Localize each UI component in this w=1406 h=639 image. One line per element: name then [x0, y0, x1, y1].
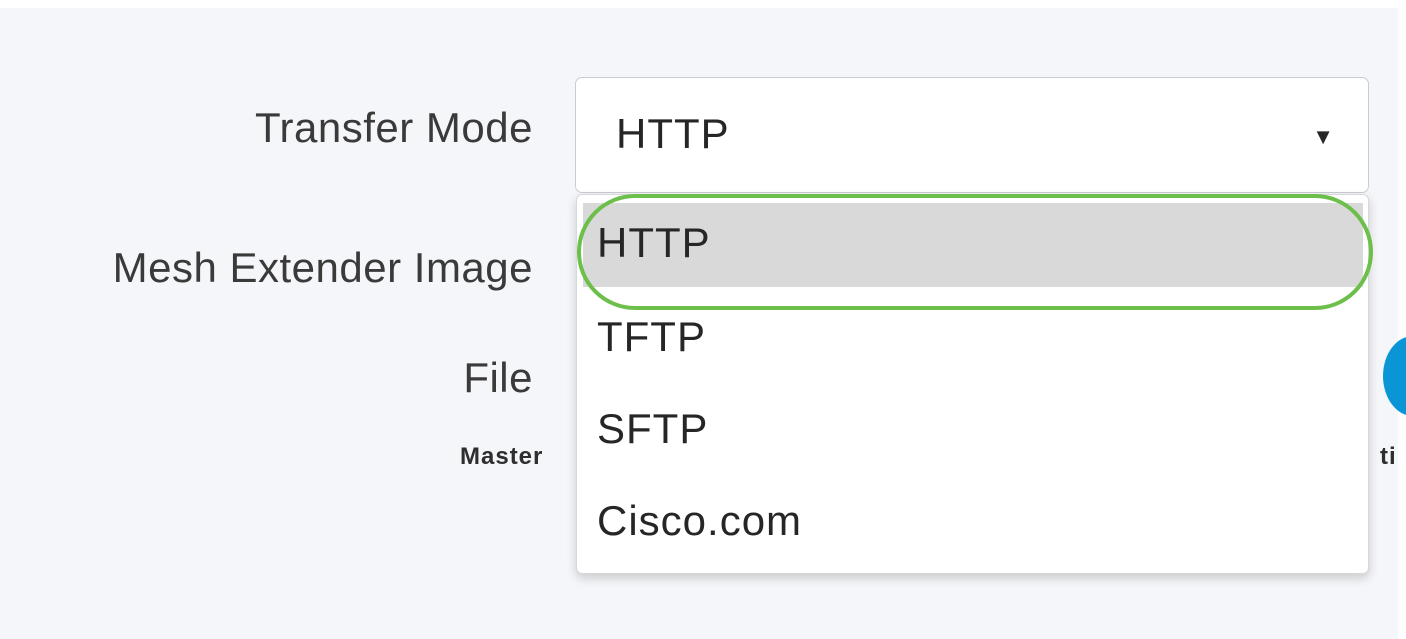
- partial-label: ti: [1380, 443, 1397, 470]
- option-http[interactable]: HTTP: [583, 203, 1363, 287]
- option-sftp[interactable]: SFTP: [583, 387, 1363, 471]
- transfer-mode-label: Transfer Mode: [254, 104, 533, 151]
- transfer-mode-select[interactable]: HTTP ▼: [575, 77, 1369, 193]
- file-label: File: [463, 354, 533, 401]
- transfer-mode-selected-value: HTTP: [616, 110, 730, 157]
- mesh-extender-image-label: Mesh Extender Image: [112, 244, 533, 291]
- master-label: Master: [460, 443, 544, 470]
- option-tftp[interactable]: TFTP: [583, 295, 1363, 379]
- option-cisco-com[interactable]: Cisco.com: [583, 479, 1363, 563]
- caret-down-icon: ▼: [1312, 124, 1334, 149]
- transfer-mode-dropdown: HTTP TFTP SFTP Cisco.com: [576, 194, 1369, 574]
